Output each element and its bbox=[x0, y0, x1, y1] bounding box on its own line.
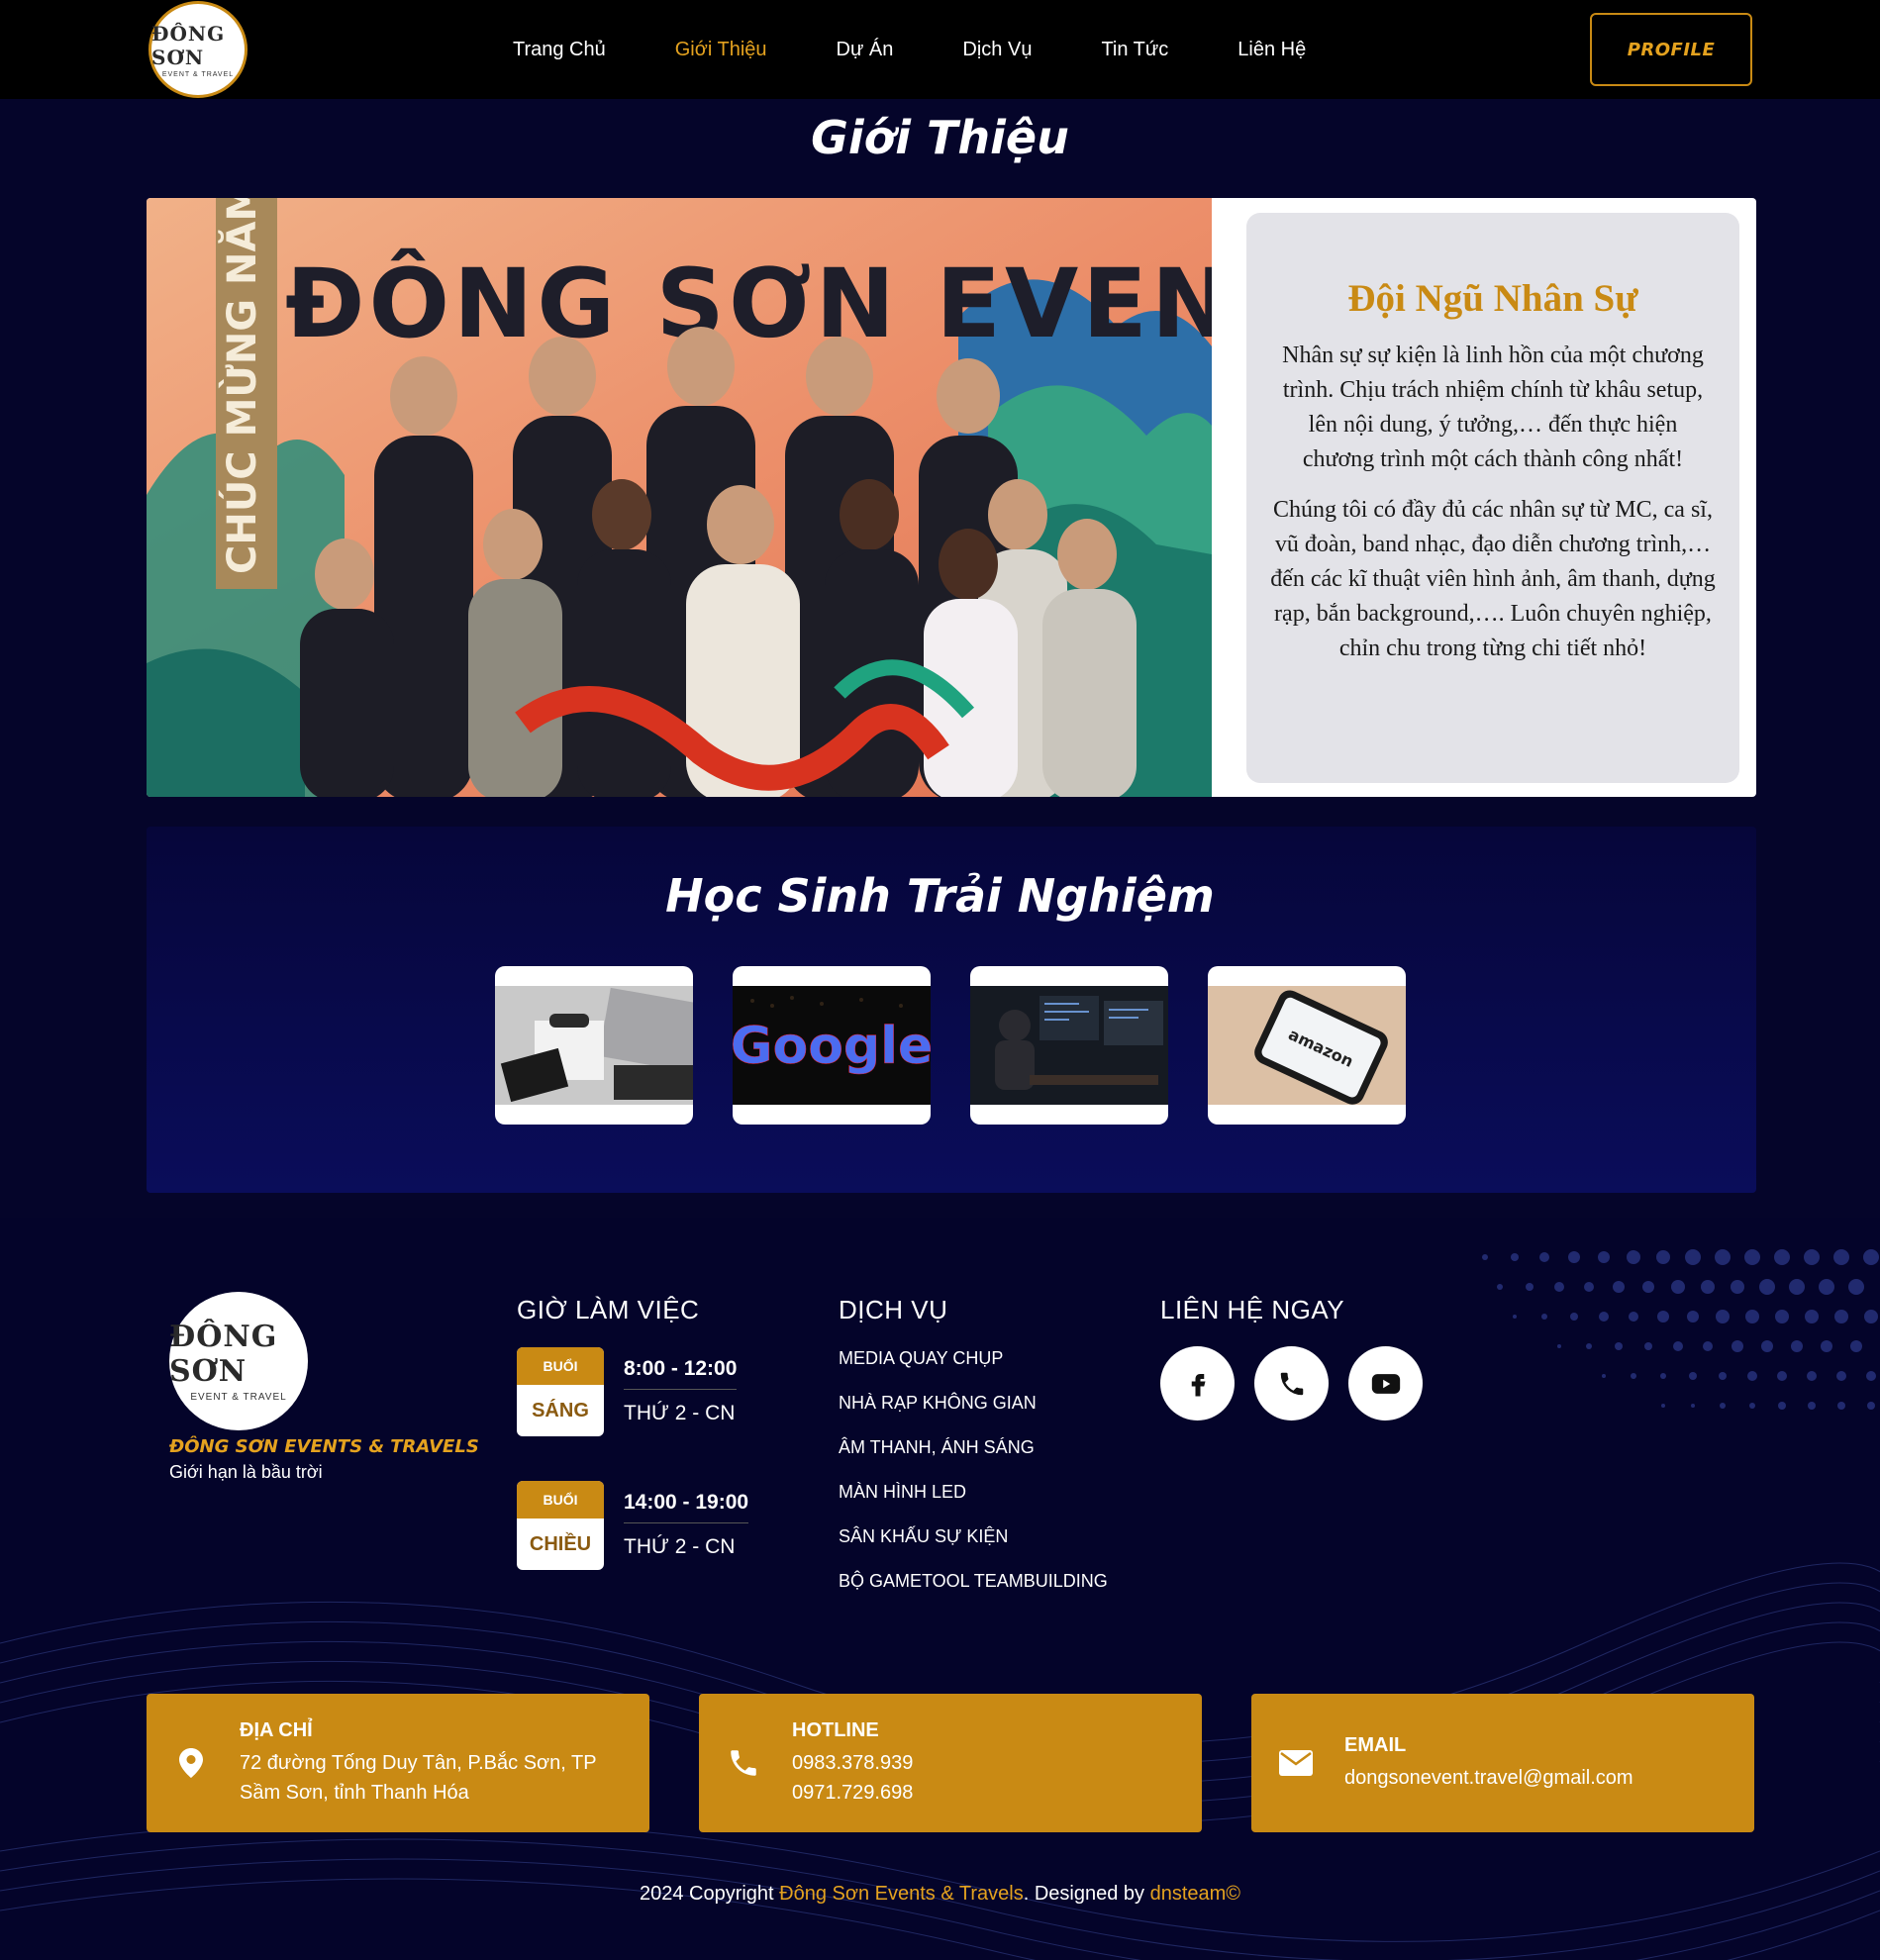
shift-badge-bottom: CHIỀU bbox=[529, 1533, 592, 1555]
shift-days: THỨ 2 - CN bbox=[624, 1402, 736, 1424]
about-card: CHÚC MỪNG NĂM MỚI ĐÔNG SƠN EVENT Đội Ngũ… bbox=[147, 198, 1756, 797]
afternoon-shift: BUỔI CHIỀU 14:00 - 19:00 THỨ 2 - CN bbox=[517, 1481, 749, 1570]
email-label: EMAIL bbox=[1344, 1733, 1407, 1756]
shift-time: 14:00 - 19:00 bbox=[624, 1491, 749, 1523]
shift-info: 8:00 - 12:00 THỨ 2 - CN bbox=[624, 1357, 738, 1425]
copyright-line: 2024 Copyright Đông Sơn Events & Travels… bbox=[0, 1883, 1880, 1906]
menu-item-news[interactable]: Tin Tức bbox=[1101, 39, 1168, 61]
services-heading: DỊCH VỤ bbox=[839, 1295, 948, 1324]
gallery-card-amazon[interactable]: amazon bbox=[1208, 966, 1406, 1125]
team-info-paragraph: Chúng tôi có đầy đủ các nhân sự từ MC, c… bbox=[1270, 497, 1716, 661]
copyright-prefix: 2024 Copyright bbox=[639, 1883, 780, 1905]
menu-item-services[interactable]: Dịch Vụ bbox=[962, 39, 1032, 61]
phone-icon bbox=[721, 1746, 766, 1780]
team-info-title: Đội Ngũ Nhân Sự bbox=[1347, 277, 1638, 320]
menu-item-about[interactable]: Giới Thiệu bbox=[675, 39, 767, 61]
youtube-icon bbox=[1371, 1373, 1400, 1394]
shift-badge-bottom: SÁNG bbox=[532, 1400, 589, 1421]
location-pin-icon bbox=[168, 1748, 214, 1778]
banner-vertical-text: CHÚC MỪNG NĂM MỚI bbox=[217, 198, 265, 574]
morning-shift: BUỔI SÁNG 8:00 - 12:00 THỨ 2 - CN bbox=[517, 1347, 738, 1436]
footer-logo-text: ĐÔNG SƠN bbox=[169, 1320, 278, 1389]
menu-item-home[interactable]: Trang Chủ bbox=[513, 39, 606, 61]
students-gallery: Google amazon bbox=[495, 966, 1406, 1125]
facebook-button[interactable] bbox=[1160, 1346, 1235, 1421]
team-info-box: Đội Ngũ Nhân Sự Nhân sự sự kiện là linh … bbox=[1246, 213, 1739, 783]
gallery-card-apple[interactable] bbox=[495, 966, 693, 1125]
gallery-card-coding[interactable] bbox=[970, 966, 1168, 1125]
facebook-icon bbox=[1191, 1373, 1205, 1396]
students-title: Học Sinh Trải Nghiệm bbox=[665, 869, 1215, 923]
copyright-brand-link[interactable]: Đông Sơn Events & Travels bbox=[779, 1883, 1024, 1905]
working-hours-heading: GIỜ LÀM VIỆC bbox=[517, 1295, 700, 1324]
address-line: Sầm Sơn, tỉnh Thanh Hóa bbox=[240, 1781, 469, 1804]
google-logo-image: Google bbox=[733, 986, 931, 1105]
shift-badge: BUỔI SÁNG bbox=[517, 1347, 604, 1436]
phone-button[interactable] bbox=[1254, 1346, 1329, 1421]
top-navbar: ĐÔNG SƠN EVENT & TRAVEL Trang Chủ Giới T… bbox=[0, 0, 1880, 99]
address-line: 72 đường Tống Duy Tân, P.Bắc Sơn, TP bbox=[240, 1751, 597, 1774]
service-link[interactable]: SÂN KHẤU SỰ KIỆN bbox=[839, 1524, 1108, 1569]
designer-link[interactable]: dnsteam© bbox=[1150, 1883, 1240, 1905]
service-link[interactable]: ÂM THANH, ÁNH SÁNG bbox=[839, 1435, 1108, 1480]
team-banner-image: CHÚC MỪNG NĂM MỚI ĐÔNG SƠN EVENT bbox=[147, 198, 1212, 797]
google-text: Google bbox=[733, 1017, 931, 1076]
menu-item-contact[interactable]: Liên Hệ bbox=[1237, 39, 1306, 61]
hotline-number[interactable]: 0971.729.698 bbox=[792, 1778, 913, 1808]
shift-info: 14:00 - 19:00 THỨ 2 - CN bbox=[624, 1491, 749, 1559]
gallery-card-google[interactable]: Google bbox=[733, 966, 931, 1125]
main-menu: Trang Chủ Giới Thiệu Dự Án Dịch Vụ Tin T… bbox=[513, 0, 1306, 99]
profile-button[interactable]: PROFILE bbox=[1590, 13, 1752, 86]
youtube-button[interactable] bbox=[1348, 1346, 1423, 1421]
service-link[interactable]: BỘ GAMETOOL TEAMBUILDING bbox=[839, 1569, 1108, 1614]
email-card: EMAIL dongsonevent.travel@gmail.com bbox=[1251, 1694, 1754, 1832]
shift-time: 8:00 - 12:00 bbox=[624, 1357, 738, 1390]
footer-logo[interactable]: ĐÔNG SƠN EVENT & TRAVEL bbox=[169, 1292, 308, 1430]
hotline-label: HOTLINE bbox=[792, 1718, 879, 1741]
developer-desk-image bbox=[970, 986, 1168, 1105]
footer-brand-name: ĐÔNG SƠN EVENTS & TRAVELS bbox=[169, 1436, 479, 1457]
services-list: MEDIA QUAY CHỤP NHÀ RẠP KHÔNG GIAN ÂM TH… bbox=[839, 1346, 1108, 1614]
service-link[interactable]: NHÀ RẠP KHÔNG GIAN bbox=[839, 1391, 1108, 1435]
shift-days: THỨ 2 - CN bbox=[624, 1535, 736, 1558]
address-card: ĐỊA CHỈ 72 đường Tống Duy Tân, P.Bắc Sơn… bbox=[147, 1694, 649, 1832]
logo-subtext: EVENT & TRAVEL bbox=[161, 70, 235, 78]
address-label: ĐỊA CHỈ bbox=[240, 1718, 313, 1741]
footer-slogan: Giới hạn là bầu trời bbox=[169, 1462, 323, 1482]
envelope-icon bbox=[1273, 1750, 1319, 1776]
contact-heading: LIÊN HỆ NGAY bbox=[1160, 1295, 1345, 1324]
logo-text: ĐÔNG SƠN bbox=[151, 21, 226, 69]
hotline-card: HOTLINE 0983.378.939 0971.729.698 bbox=[699, 1694, 1202, 1832]
about-title: Giới Thiệu bbox=[811, 111, 1069, 164]
amazon-phone-image: amazon bbox=[1208, 986, 1406, 1105]
hotline-number[interactable]: 0983.378.939 bbox=[792, 1748, 913, 1778]
site-logo[interactable]: ĐÔNG SƠN EVENT & TRAVEL bbox=[148, 1, 247, 98]
footer-logo-subtext: EVENT & TRAVEL bbox=[190, 1392, 287, 1403]
shift-badge-top: BUỔI bbox=[517, 1481, 604, 1519]
team-info-paragraph: Nhân sự sự kiện là linh hồn của một chươ… bbox=[1282, 343, 1704, 472]
copyright-mid: . Designed by bbox=[1023, 1883, 1150, 1905]
shift-badge-top: BUỔI bbox=[517, 1347, 604, 1385]
apple-devices-image bbox=[495, 986, 693, 1105]
email-address[interactable]: dongsonevent.travel@gmail.com bbox=[1344, 1763, 1633, 1793]
service-link[interactable]: MÀN HÌNH LED bbox=[839, 1480, 1108, 1524]
menu-item-projects[interactable]: Dự Án bbox=[837, 39, 894, 61]
service-link[interactable]: MEDIA QUAY CHỤP bbox=[839, 1346, 1108, 1391]
phone-icon bbox=[1280, 1372, 1303, 1395]
social-links bbox=[1160, 1346, 1423, 1421]
shift-badge: BUỔI CHIỀU bbox=[517, 1481, 604, 1570]
banner-headline: ĐÔNG SƠN EVENT bbox=[285, 247, 1212, 359]
